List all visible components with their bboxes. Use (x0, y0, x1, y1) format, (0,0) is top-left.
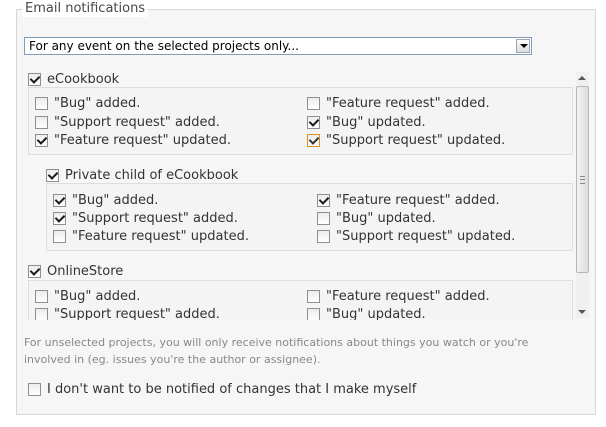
unselected-projects-note: For unselected projects, you will only r… (24, 336, 529, 366)
project-ecookbook-checkbox[interactable] (28, 73, 41, 86)
projects-scroll-area[interactable]: eCookbook "Bug" added. "Feature request"… (24, 70, 589, 320)
scrollbar-thumb[interactable] (576, 86, 589, 273)
option-label: "Feature request" added. (326, 96, 490, 111)
option-checkbox[interactable] (53, 194, 66, 207)
option-checkbox[interactable] (35, 308, 48, 320)
project-private-child-label: Private child of eCookbook (65, 168, 239, 183)
option-checkbox[interactable] (317, 230, 330, 243)
option-label: "Bug" updated. (336, 211, 436, 226)
option-label: "Feature request" added. (326, 289, 490, 304)
option-label: "Feature request" updated. (54, 133, 231, 148)
chevron-down-icon[interactable] (516, 39, 530, 53)
notification-mode-value: For any event on the selected projects o… (29, 39, 299, 53)
option-checkbox[interactable] (35, 290, 48, 303)
no-self-notified-label: I don't want to be notified of changes t… (47, 382, 417, 397)
notification-mode-select[interactable]: For any event on the selected projects o… (24, 37, 532, 55)
option-checkbox[interactable] (317, 212, 330, 225)
option-label: "Support request" added. (72, 211, 238, 226)
option-checkbox[interactable] (307, 290, 320, 303)
project-onlinestore-checkbox[interactable] (28, 265, 41, 278)
option-label: "Bug" updated. (326, 307, 426, 320)
project-ecookbook-label: eCookbook (47, 72, 120, 87)
option-checkbox[interactable] (35, 134, 48, 147)
option-label: "Bug" added. (72, 193, 159, 208)
option-label: "Bug" updated. (326, 115, 426, 130)
option-label: "Support request" added. (54, 115, 220, 130)
option-checkbox[interactable] (35, 116, 48, 129)
option-label: "Support request" updated. (336, 229, 516, 244)
grip-icon (580, 176, 585, 184)
option-label: "Bug" added. (54, 289, 141, 304)
option-checkbox[interactable] (53, 230, 66, 243)
option-checkbox[interactable] (35, 97, 48, 110)
option-checkbox[interactable] (307, 134, 320, 147)
project-onlinestore-label: OnlineStore (47, 264, 124, 279)
scroll-up-arrow-icon[interactable] (578, 76, 586, 80)
option-checkbox[interactable] (307, 97, 320, 110)
option-checkbox[interactable] (53, 212, 66, 225)
option-label: "Bug" added. (54, 96, 141, 111)
option-label: "Feature request" added. (336, 193, 500, 208)
projects-scrollbar[interactable] (576, 72, 589, 318)
scroll-down-arrow-icon[interactable] (578, 310, 586, 314)
option-checkbox[interactable] (307, 308, 320, 320)
option-label: "Support request" added. (54, 307, 220, 320)
option-label: "Support request" updated. (326, 133, 506, 148)
project-private-child-checkbox[interactable] (46, 169, 59, 182)
no-self-notified-checkbox[interactable] (28, 383, 41, 396)
fieldset-legend: Email notifications (22, 1, 149, 17)
option-checkbox[interactable] (317, 194, 330, 207)
option-label: "Feature request" updated. (72, 229, 249, 244)
option-checkbox[interactable] (307, 116, 320, 129)
